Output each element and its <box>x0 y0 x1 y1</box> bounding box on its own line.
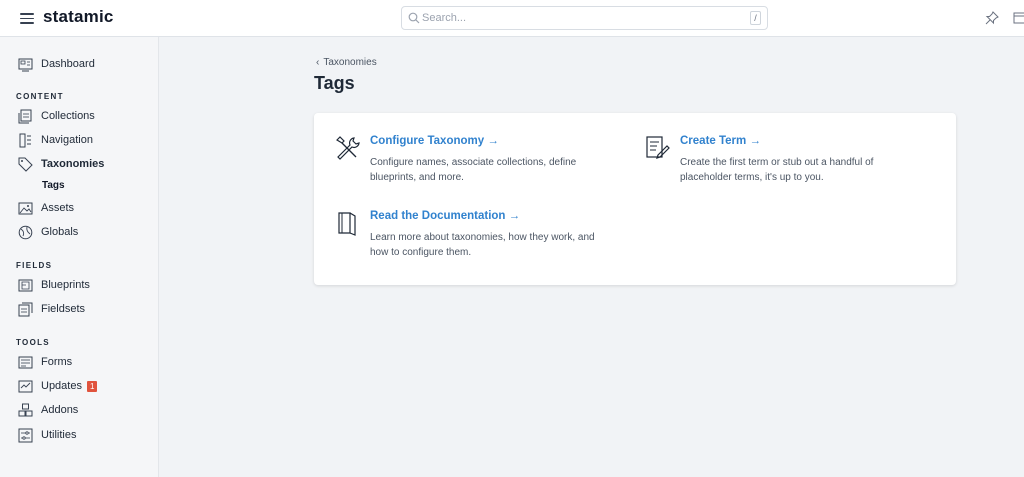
configure-taxonomy-link[interactable]: Configure Taxonomy → <box>370 135 499 147</box>
sidebar-item-addons[interactable]: Addons <box>18 401 78 419</box>
search-shortcut-hint: / <box>750 11 761 25</box>
sidebar-item-utilities[interactable]: Utilities <box>18 426 76 444</box>
brand-logo[interactable]: statamic <box>43 7 114 27</box>
sidebar-item-label: Navigation <box>41 134 93 146</box>
site-icon[interactable] <box>1013 11 1024 25</box>
chevron-left-icon: ‹ <box>316 57 320 68</box>
utilities-icon <box>18 428 33 442</box>
sidebar-item-taxonomies[interactable]: Taxonomies <box>18 155 104 173</box>
sidebar-item-globals[interactable]: Globals <box>18 223 78 241</box>
sidebar: Dashboard CONTENT Collections Navigation… <box>0 37 159 477</box>
sidebar-item-blueprints[interactable]: Blueprints <box>18 276 90 294</box>
sidebar-item-label: Blueprints <box>41 279 90 291</box>
sidebar-item-forms[interactable]: Forms <box>18 353 72 371</box>
getting-started-card: Configure Taxonomy → Configure names, as… <box>314 113 956 285</box>
section-heading-fields: FIELDS <box>16 261 53 270</box>
navigation-icon <box>19 133 31 147</box>
page-title: Tags <box>314 73 355 93</box>
sidebar-item-label: Dashboard <box>41 58 95 70</box>
section-heading-content: CONTENT <box>16 92 64 101</box>
sidebar-item-label: Updates <box>41 380 82 392</box>
hamburger-icon[interactable] <box>20 13 34 24</box>
top-bar: statamic / <box>0 0 1024 37</box>
tag-icon <box>18 157 33 172</box>
search-box[interactable]: / <box>401 6 768 30</box>
pin-icon[interactable] <box>985 11 999 25</box>
sidebar-item-label: Globals <box>41 226 79 238</box>
breadcrumb[interactable]: ‹ Taxonomies <box>316 57 377 68</box>
sidebar-item-label: Utilities <box>41 429 77 441</box>
documentation-description: Learn more about taxonomies, how they wo… <box>370 232 595 258</box>
sidebar-item-label: Assets <box>41 202 75 214</box>
create-term-link[interactable]: Create Term → <box>680 135 761 147</box>
dashboard-icon <box>18 58 33 71</box>
sidebar-item-assets[interactable]: Assets <box>18 199 74 217</box>
blueprints-icon <box>18 279 33 291</box>
sidebar-item-fieldsets[interactable]: Fieldsets <box>18 300 85 318</box>
sidebar-item-collections[interactable]: Collections <box>18 107 95 125</box>
search-input[interactable] <box>422 9 742 27</box>
assets-icon <box>18 202 33 214</box>
sidebar-subitem-tags[interactable]: Tags <box>42 180 65 191</box>
breadcrumb-label: Taxonomies <box>323 57 377 68</box>
updates-icon <box>18 380 33 392</box>
book-icon <box>338 212 356 236</box>
term-icon <box>646 136 670 159</box>
documentation-link[interactable]: Read the Documentation → <box>370 210 520 222</box>
updates-count-badge: 1 <box>86 380 98 392</box>
globals-icon <box>18 225 33 239</box>
sidebar-item-dashboard[interactable]: Dashboard <box>18 55 95 73</box>
sidebar-item-label: Forms <box>41 356 73 368</box>
sidebar-item-updates[interactable]: Updates 1 <box>18 377 98 395</box>
create-term-description: Create the first term or stub out a hand… <box>680 157 874 183</box>
addons-icon <box>18 403 33 416</box>
sidebar-item-label: Collections <box>41 110 95 122</box>
sidebar-item-label: Addons <box>41 404 79 416</box>
section-heading-tools: TOOLS <box>16 338 50 347</box>
tools-icon <box>336 136 360 160</box>
forms-icon <box>18 356 33 368</box>
fieldsets-icon <box>18 302 33 316</box>
configure-taxonomy-description: Configure names, associate collections, … <box>370 157 577 183</box>
sidebar-item-label: Fieldsets <box>41 303 86 315</box>
search-icon <box>408 12 420 24</box>
sidebar-item-label: Taxonomies <box>41 158 105 170</box>
collections-icon <box>18 109 32 123</box>
sidebar-item-navigation[interactable]: Navigation <box>18 131 93 149</box>
